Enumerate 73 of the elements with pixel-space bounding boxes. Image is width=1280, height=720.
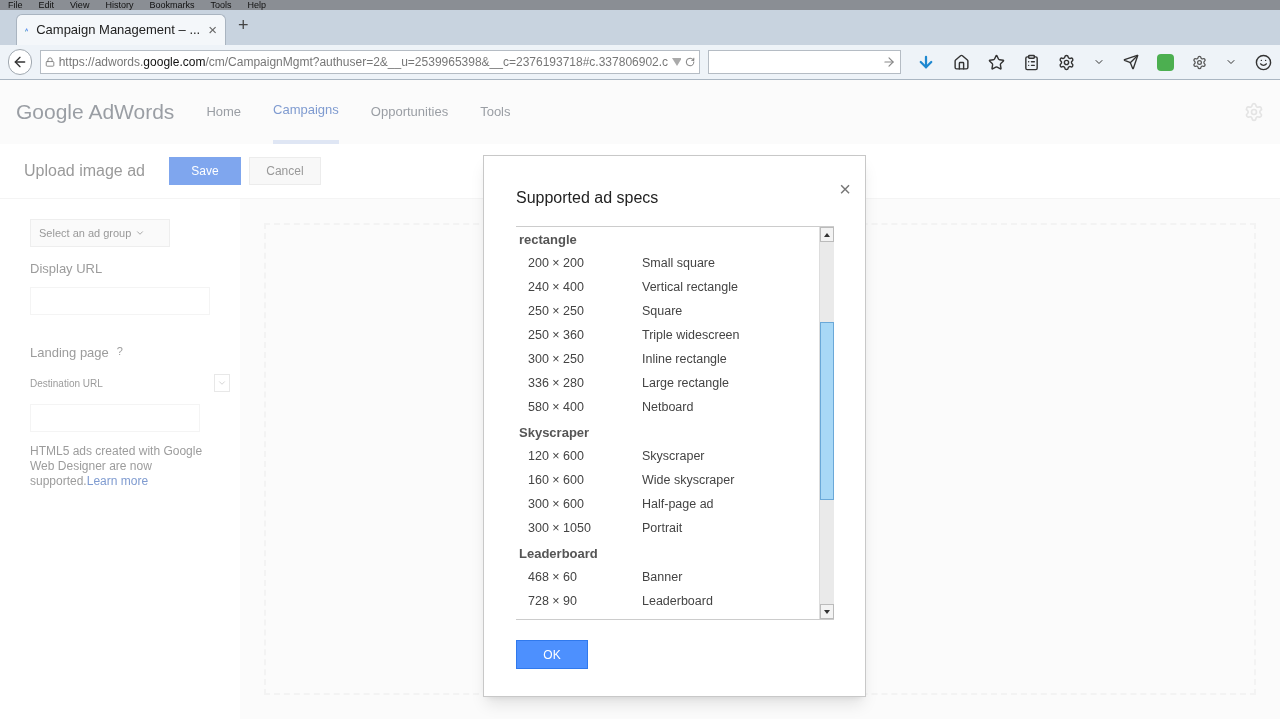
format-name: Leaderboard	[642, 592, 713, 610]
size-text: 300 × 600	[527, 495, 585, 513]
section-heading: Skyscraper	[518, 424, 591, 442]
menu-item[interactable]: Help	[247, 0, 266, 10]
format-name: Inline rectangle	[642, 350, 727, 368]
scroll-up-icon[interactable]	[824, 232, 830, 237]
section-heading: Leaderboard	[518, 545, 599, 563]
size-text: 300 × 250	[527, 350, 585, 368]
send-icon[interactable]	[1123, 54, 1139, 70]
ok-button[interactable]: OK	[516, 640, 588, 669]
close-button[interactable]: ×	[839, 174, 851, 204]
scrollbar[interactable]	[819, 227, 834, 619]
address-field[interactable]: https://adwords.google.com/cm/CampaignMgmt?authuser=2&__u=2539965398&__c=2376193718#c.337806902.c	[39, 50, 700, 74]
field-label: Destination URL	[30, 376, 103, 391]
menu-item[interactable]: Edit	[38, 0, 55, 10]
tab-close-button[interactable]: ×	[208, 18, 217, 42]
url-text: https://adwords.google.com/cm/CampaignMgmt?authuser=2&__u=2539965398&__c=2376193718#c.337806902.c	[58, 54, 669, 71]
list-icon[interactable]	[1023, 53, 1040, 71]
size-text: 580 × 400	[527, 398, 585, 416]
settings-icon[interactable]	[1058, 53, 1075, 71]
size-text: 160 × 600	[527, 471, 585, 489]
dialog-title: Supported ad specs	[516, 188, 659, 208]
format-name: Half-page ad	[642, 495, 714, 513]
format-name: Wide skyscraper	[642, 471, 735, 489]
size-text: 468 × 60	[527, 568, 578, 586]
format-name: Small square	[642, 254, 715, 272]
field-label: Landing page	[30, 343, 109, 362]
star-icon[interactable]	[988, 53, 1005, 71]
scroll-down-icon[interactable]	[824, 609, 830, 614]
help-icon[interactable]: ?	[116, 342, 123, 362]
format-name: Banner	[642, 568, 683, 586]
scroll-thumb[interactable]	[820, 322, 834, 500]
extension-icon[interactable]	[1192, 54, 1207, 70]
section-heading: rectangle	[518, 231, 578, 249]
menu-item[interactable]: History	[105, 0, 134, 10]
size-text: 250 × 250	[527, 302, 585, 320]
caret-icon	[217, 378, 227, 388]
back-button[interactable]	[8, 49, 32, 75]
home-icon[interactable]	[953, 53, 970, 71]
format-name: Large rectangle	[642, 374, 729, 392]
menu-item[interactable]: Tools	[210, 0, 232, 10]
learn-more-link[interactable]: Learn more	[86, 474, 149, 488]
html5-note: HTML5 ads created with Google Web Designer are now supported.Learn more	[30, 444, 204, 489]
search-field[interactable]	[707, 50, 901, 74]
field-label: Display URL	[30, 260, 104, 278]
format-name: Netboard	[642, 398, 694, 416]
smile-icon[interactable]	[1255, 53, 1272, 71]
size-text: 240 × 400	[527, 278, 585, 296]
app-logo: Google AdWords	[16, 99, 175, 126]
format-name: Square	[642, 302, 683, 320]
lock-icon	[44, 56, 55, 68]
caret-icon	[135, 228, 146, 238]
size-text: 336 × 280	[527, 374, 585, 392]
menu-item[interactable]: View	[70, 0, 90, 10]
size-text: 200 × 200	[527, 254, 585, 272]
format-name: Skyscraper	[642, 447, 705, 465]
format-name: Vertical rectangle	[642, 278, 738, 296]
size-text: 728 × 90	[527, 592, 578, 610]
tab-title: Campaign Management – ...	[36, 21, 201, 40]
format-name: Triple widescreen	[642, 326, 740, 344]
reload-icon	[684, 56, 695, 68]
go-icon	[882, 55, 896, 69]
browser-tab[interactable]: Campaign Management – ... ×	[16, 14, 226, 45]
dropdown-icon	[672, 58, 681, 66]
page-title: Upload image ad	[24, 161, 145, 181]
size-text: 120 × 600	[527, 447, 585, 465]
size-text: 300 × 1050	[527, 519, 592, 537]
new-tab-button[interactable]: +	[238, 12, 249, 39]
menu-item[interactable]: File	[8, 0, 23, 10]
download-icon[interactable]	[917, 53, 935, 71]
format-name: Portrait	[642, 519, 683, 537]
size-text: 250 × 360	[527, 326, 585, 344]
menu-item[interactable]: Bookmarks	[149, 0, 195, 10]
